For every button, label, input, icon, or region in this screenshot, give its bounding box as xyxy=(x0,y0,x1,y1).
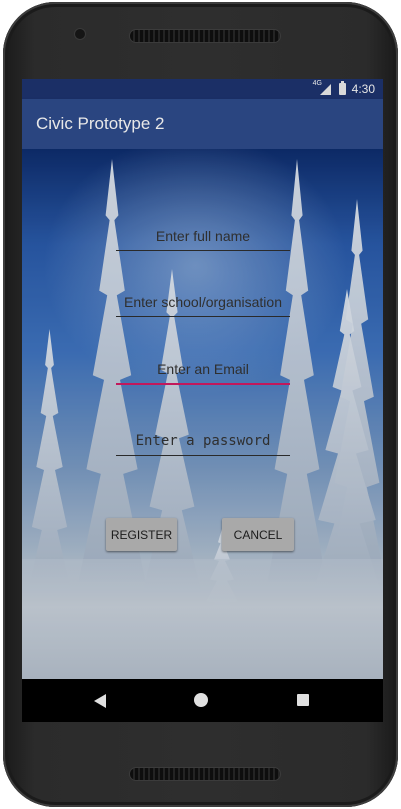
cancel-button[interactable]: CANCEL xyxy=(222,518,294,551)
app-title: Civic Prototype 2 xyxy=(36,114,165,133)
navigation-bar xyxy=(22,679,383,722)
front-camera xyxy=(75,29,85,39)
cancel-label: CANCEL xyxy=(233,527,283,542)
school-field[interactable]: Enter school/organisation xyxy=(116,294,290,317)
top-speaker-grille xyxy=(130,30,280,42)
recents-icon[interactable] xyxy=(297,694,309,706)
email-placeholder: Enter an Email xyxy=(157,361,249,377)
register-button[interactable]: REGISTER xyxy=(106,518,177,551)
school-placeholder: Enter school/organisation xyxy=(124,294,282,310)
status-icons: 4G 4:30 xyxy=(313,80,375,96)
app-bar: Civic Prototype 2 xyxy=(22,99,383,149)
home-icon[interactable] xyxy=(194,693,208,707)
password-placeholder: Enter a password xyxy=(135,433,271,449)
full-name-placeholder: Enter full name xyxy=(155,228,251,244)
status-bar: 4G 4:30 xyxy=(22,79,383,99)
registration-screen: Enter full name Enter school/organisatio… xyxy=(22,149,383,679)
full-name-field[interactable]: Enter full name xyxy=(116,228,290,251)
cell-signal-icon: 4G xyxy=(313,80,333,95)
register-label: REGISTER xyxy=(110,527,173,542)
email-field[interactable]: Enter an Email xyxy=(116,361,290,385)
device-screen: 4G 4:30 Civic Prototype 2 Enter full nam… xyxy=(22,79,383,722)
back-icon[interactable] xyxy=(94,694,106,708)
status-time: 4:30 xyxy=(351,82,375,96)
password-field[interactable]: Enter a password xyxy=(116,433,290,456)
bottom-speaker-grille xyxy=(130,768,280,780)
battery-icon xyxy=(338,81,346,95)
